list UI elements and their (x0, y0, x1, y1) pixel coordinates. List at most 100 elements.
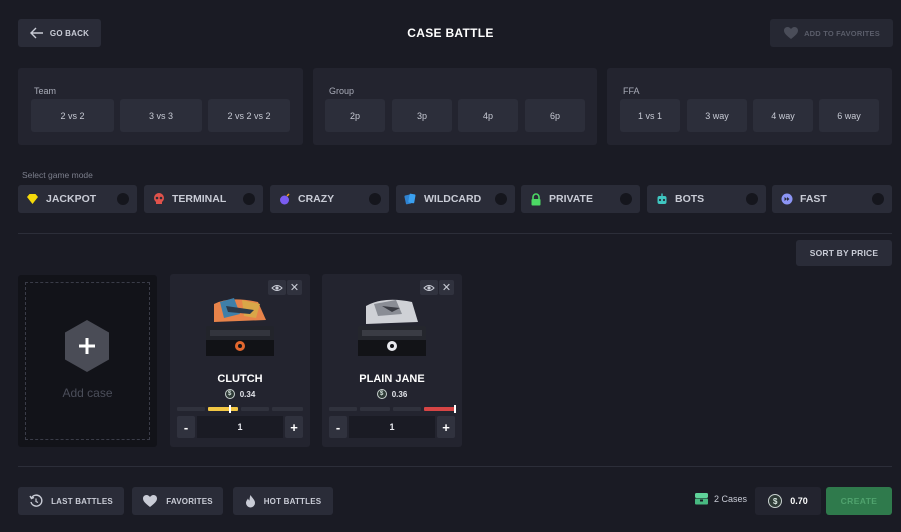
rarity-segment-active (208, 407, 238, 411)
bomb-icon (278, 193, 291, 206)
eye-icon[interactable] (420, 280, 438, 295)
ffa-option-3way[interactable]: 3 way (687, 99, 747, 132)
ffa-panel-title: FFA (623, 86, 640, 96)
case-price: $ 0.34 (170, 389, 310, 399)
group-option-3p[interactable]: 3p (392, 99, 452, 132)
quantity-stepper: - 1 + (329, 416, 455, 438)
coin-icon: $ (224, 389, 235, 399)
mode-fast[interactable]: FAST (772, 185, 892, 213)
close-icon[interactable]: ✕ (439, 280, 454, 295)
group-option-6p[interactable]: 6p (525, 99, 585, 132)
mode-fast-toggle[interactable] (872, 193, 884, 205)
hot-battles-label: HOT BATTLES (263, 496, 322, 506)
game-mode-label: Select game mode (22, 170, 93, 180)
fire-icon (245, 495, 255, 508)
team-option-2v2v2[interactable]: 2 vs 2 vs 2 (208, 99, 290, 132)
coin-icon: $ (768, 494, 783, 508)
increase-button[interactable]: + (285, 416, 303, 438)
close-icon[interactable]: ✕ (287, 280, 302, 295)
fast-forward-icon (780, 193, 793, 206)
case-card-plain-jane: ✕ PLAIN JANE $ 0.36 - 1 + (322, 274, 462, 447)
case-price: $ 0.36 (322, 389, 462, 399)
quantity-value[interactable]: 1 (349, 416, 435, 438)
ffa-option-1v1[interactable]: 1 vs 1 (620, 99, 680, 132)
mode-private-toggle[interactable] (620, 193, 632, 205)
add-case-slot[interactable]: Add case (18, 275, 157, 447)
mode-wildcard[interactable]: WILDCARD (396, 185, 515, 213)
case-image-clutch (206, 298, 274, 356)
ffa-panel: FFA 1 vs 1 3 way 4 way 6 way (607, 68, 892, 145)
team-option-2v2[interactable]: 2 vs 2 (31, 99, 114, 132)
heart-icon (143, 495, 158, 507)
cases-count-label: 2 Cases (714, 493, 748, 504)
mode-crazy-label: CRAZY (298, 193, 335, 205)
divider-top (18, 233, 892, 234)
coin-icon: $ (376, 389, 387, 399)
team-panel: Team 2 vs 2 3 vs 3 2 vs 2 vs 2 (18, 68, 303, 145)
total-price-value: 0.70 (790, 496, 808, 506)
favorites-label: FAVORITES (166, 496, 213, 506)
mode-crazy[interactable]: CRAZY (270, 185, 389, 213)
favorites-button[interactable]: FAVORITES (132, 487, 223, 515)
divider-bottom (18, 466, 892, 467)
diamond-icon (26, 193, 39, 206)
mode-crazy-toggle[interactable] (369, 193, 381, 205)
group-panel: Group 2p 3p 4p 6p (313, 68, 597, 145)
case-price-value: 0.36 (391, 389, 408, 399)
increase-button[interactable]: + (437, 416, 455, 438)
cards-icon (404, 193, 417, 206)
mode-private-label: PRIVATE (549, 193, 593, 205)
robot-icon (655, 193, 668, 206)
case-rarity-bar (329, 405, 456, 413)
mode-terminal[interactable]: TERMINAL (144, 185, 263, 213)
mode-private[interactable]: PRIVATE (521, 185, 640, 213)
case-card-clutch: ✕ CLUTCH $ 0.34 - 1 + (170, 274, 310, 447)
team-panel-title: Team (34, 86, 57, 96)
case-box-icon (695, 493, 708, 505)
lock-icon (529, 192, 542, 206)
mode-jackpot[interactable]: JACKPOT (18, 185, 137, 213)
page-title: CASE BATTLE (407, 26, 494, 40)
add-to-favorites-label: ADD TO FAVORITES (804, 28, 880, 38)
sort-by-price-button[interactable]: SORT BY PRICE (796, 240, 892, 266)
skull-icon (152, 193, 165, 206)
quantity-value[interactable]: 1 (197, 416, 283, 438)
mode-bots-label: BOTS (675, 193, 705, 205)
quantity-stepper: - 1 + (177, 416, 303, 438)
add-to-favorites-button[interactable]: ADD TO FAVORITES (770, 19, 893, 47)
case-name: PLAIN JANE (359, 373, 425, 385)
mode-fast-label: FAST (800, 193, 827, 205)
eye-icon[interactable] (268, 280, 286, 295)
last-battles-label: LAST BATTLES (51, 496, 113, 506)
heart-icon (784, 27, 799, 39)
case-price-value: 0.34 (239, 389, 256, 399)
mode-wildcard-label: WILDCARD (424, 193, 482, 205)
case-rarity-bar (177, 405, 303, 413)
mode-wildcard-toggle[interactable] (495, 193, 507, 205)
case-image-plain-jane (358, 299, 426, 356)
create-button[interactable]: CREATE (826, 487, 892, 515)
ffa-option-4way[interactable]: 4 way (753, 99, 813, 132)
cases-count: 2 Cases (694, 492, 747, 505)
add-case-label: Add case (62, 386, 113, 400)
group-option-2p[interactable]: 2p (325, 99, 385, 132)
mode-bots-toggle[interactable] (746, 193, 758, 205)
plus-hexagon-icon (65, 320, 109, 372)
decrease-button[interactable]: - (329, 416, 347, 438)
mode-terminal-label: TERMINAL (172, 193, 227, 205)
team-option-3v3[interactable]: 3 vs 3 (120, 99, 202, 132)
case-name: CLUTCH (217, 373, 263, 385)
last-battles-button[interactable]: LAST BATTLES (18, 487, 124, 515)
hot-battles-button[interactable]: HOT BATTLES (233, 487, 333, 515)
group-panel-title: Group (329, 86, 355, 96)
mode-terminal-toggle[interactable] (243, 193, 255, 205)
mode-jackpot-label: JACKPOT (46, 193, 97, 205)
decrease-button[interactable]: - (177, 416, 195, 438)
history-icon (29, 494, 43, 507)
mode-jackpot-toggle[interactable] (117, 193, 129, 205)
group-option-4p[interactable]: 4p (458, 99, 518, 132)
rarity-segment-active (424, 407, 455, 411)
total-price: $ 0.70 (755, 487, 821, 515)
mode-bots[interactable]: BOTS (647, 185, 766, 213)
ffa-option-6way[interactable]: 6 way (819, 99, 879, 132)
